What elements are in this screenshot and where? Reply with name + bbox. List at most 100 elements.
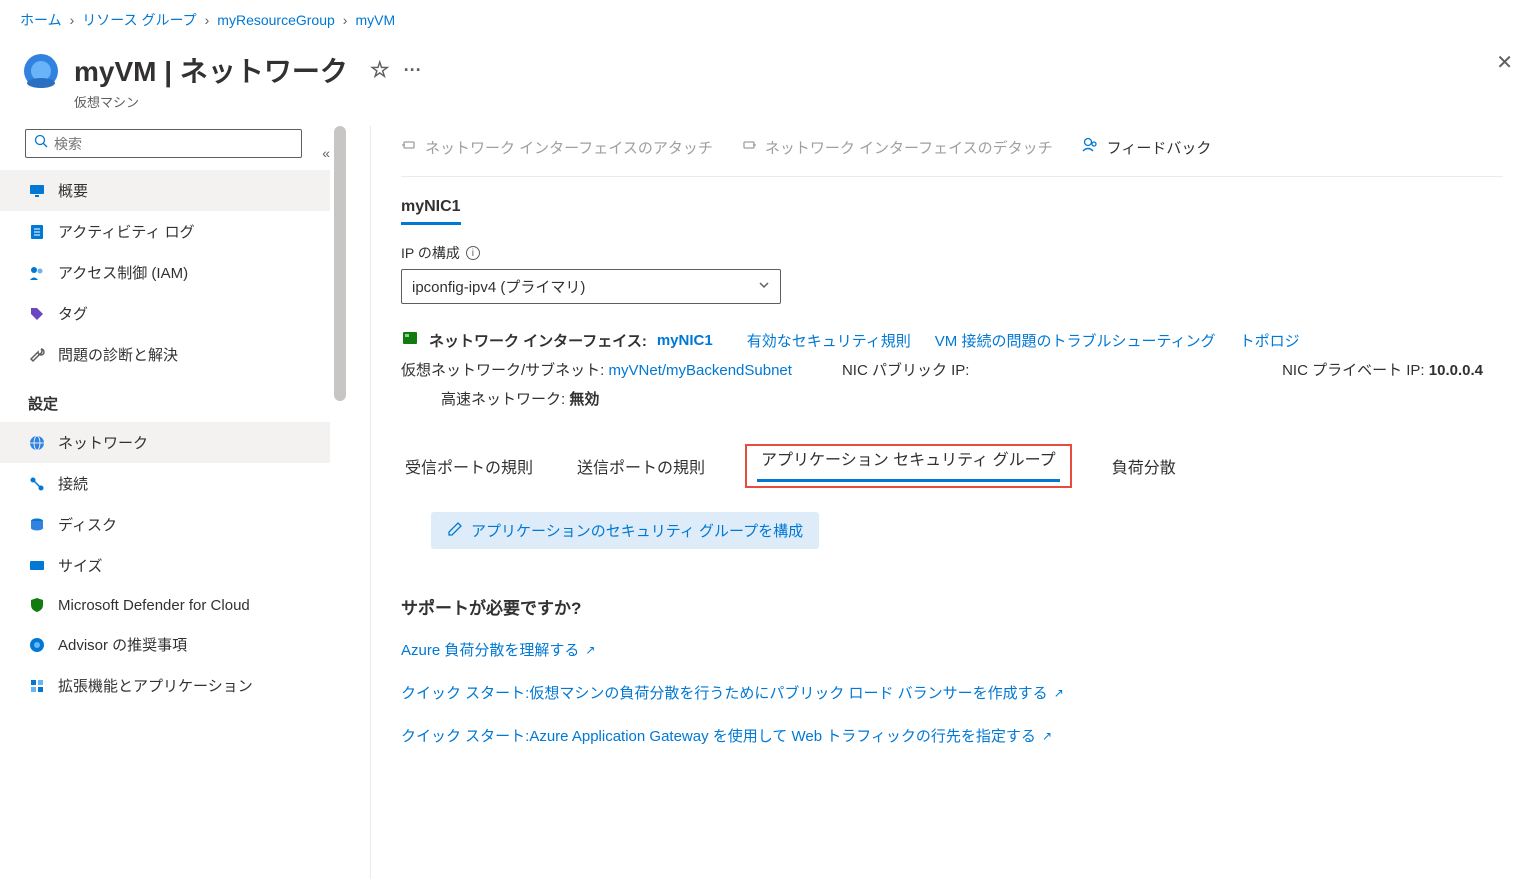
breadcrumb-vm-name[interactable]: myVM xyxy=(355,12,395,28)
sidebar-item-label: アクセス制御 (IAM) xyxy=(58,262,188,283)
private-ip-value: 10.0.0.4 xyxy=(1429,362,1483,379)
private-ip-label: NIC プライベート IP: xyxy=(1282,362,1425,379)
troubleshoot-link[interactable]: VM 接続の問題のトラブルシューティング xyxy=(935,330,1216,351)
highlight-box: アプリケーション セキュリティ グループ xyxy=(745,444,1072,488)
topology-link[interactable]: トポロジ xyxy=(1240,330,1300,351)
sidebar-item-extensions[interactable]: 拡張機能とアプリケーション xyxy=(0,665,330,706)
ni-name-link[interactable]: myNIC1 xyxy=(657,332,713,349)
page-subtitle: 仮想マシン xyxy=(74,92,422,111)
sidebar-item-advisor[interactable]: Advisor の推奨事項 xyxy=(0,624,330,665)
info-icon[interactable]: i xyxy=(466,246,480,260)
wrench-icon xyxy=(28,346,46,364)
connect-icon xyxy=(28,475,46,493)
sidebar-item-label: 問題の診断と解決 xyxy=(58,344,178,365)
sidebar-item-label: ディスク xyxy=(58,514,117,535)
attach-nic-button[interactable]: ネットワーク インターフェイスのアタッチ xyxy=(401,137,713,158)
advisor-icon xyxy=(28,636,46,654)
nic-badge-icon xyxy=(401,329,419,351)
detach-nic-button[interactable]: ネットワーク インターフェイスのデタッチ xyxy=(741,137,1053,158)
chevron-right-icon: › xyxy=(70,12,75,28)
configure-asg-button[interactable]: アプリケーションのセキュリティ グループを構成 xyxy=(431,512,819,549)
chevron-right-icon: › xyxy=(205,12,210,28)
sidebar-item-access-control[interactable]: アクセス制御 (IAM) xyxy=(0,252,330,293)
size-icon xyxy=(28,557,46,575)
search-field[interactable] xyxy=(54,136,293,152)
sidebar-item-disks[interactable]: ディスク xyxy=(0,504,330,545)
search-input[interactable] xyxy=(25,129,302,158)
support-section: サポートが必要ですか? Azure 負荷分散を理解する ↗ クイック スタート:… xyxy=(401,594,1503,746)
chevron-right-icon: › xyxy=(343,12,348,28)
disk-icon xyxy=(28,516,46,534)
accel-net-label: 高速ネットワーク: xyxy=(441,391,565,408)
sidebar: « 概要 アクティビティ ログ アクセス制御 (IAM) タグ 問題の診断と解決 xyxy=(0,126,370,879)
monitor-icon xyxy=(28,182,46,200)
sidebar-item-label: 拡張機能とアプリケーション xyxy=(58,675,253,696)
collapse-icon[interactable]: « xyxy=(322,145,330,161)
sidebar-item-activity-log[interactable]: アクティビティ ログ xyxy=(0,211,330,252)
tab-app-security-groups[interactable]: アプリケーション セキュリティ グループ xyxy=(757,442,1060,482)
support-link-3[interactable]: クイック スタート:Azure Application Gateway を使用し… xyxy=(401,725,1503,746)
ip-config-label: IP の構成 xyxy=(401,243,460,263)
nic-tab[interactable]: myNIC1 xyxy=(401,192,461,225)
vnet-subnet-link[interactable]: myVNet/myBackendSubnet xyxy=(609,362,792,379)
support-link-3-text: クイック スタート:Azure Application Gateway を使用し… xyxy=(401,725,1036,746)
feedback-button[interactable]: フィードバック xyxy=(1081,136,1212,158)
breadcrumb-rg-name[interactable]: myResourceGroup xyxy=(217,12,335,28)
breadcrumb-home[interactable]: ホーム xyxy=(20,10,62,30)
scrollbar-thumb[interactable] xyxy=(334,126,346,401)
sidebar-item-label: Microsoft Defender for Cloud xyxy=(58,597,250,614)
sidebar-item-label: 概要 xyxy=(58,180,88,201)
tab-outbound-rules[interactable]: 送信ポートの規則 xyxy=(573,444,709,488)
close-icon[interactable]: ✕ xyxy=(1496,50,1513,75)
effective-rules-link[interactable]: 有効なセキュリティ規則 xyxy=(747,330,911,351)
support-link-1[interactable]: Azure 負荷分散を理解する ↗ xyxy=(401,639,1503,660)
extension-icon xyxy=(28,677,46,695)
tag-icon xyxy=(28,305,46,323)
rules-tabs: 受信ポートの規則 送信ポートの規則 アプリケーション セキュリティ グループ 負… xyxy=(401,444,1503,488)
sidebar-item-overview[interactable]: 概要 xyxy=(0,170,330,211)
sidebar-item-label: サイズ xyxy=(58,555,103,576)
accel-net-value: 無効 xyxy=(569,391,599,408)
ip-config-dropdown[interactable]: ipconfig-ipv4 (プライマリ) xyxy=(401,269,781,304)
configure-asg-label: アプリケーションのセキュリティ グループを構成 xyxy=(471,520,803,541)
ip-config-value: ipconfig-ipv4 (プライマリ) xyxy=(412,276,585,297)
public-ip-label: NIC パブリック IP: xyxy=(842,362,970,379)
sidebar-item-diagnose[interactable]: 問題の診断と解決 xyxy=(0,334,330,375)
tab-load-balancing[interactable]: 負荷分散 xyxy=(1108,444,1180,488)
sidebar-item-tags[interactable]: タグ xyxy=(0,293,330,334)
vnet-subnet-label: 仮想ネットワーク/サブネット: xyxy=(401,362,604,379)
sidebar-item-label: 接続 xyxy=(58,473,88,494)
globe-icon xyxy=(28,434,46,452)
breadcrumb: ホーム › リソース グループ › myResourceGroup › myVM xyxy=(0,0,1533,40)
detach-nic-label: ネットワーク インターフェイスのデタッチ xyxy=(765,137,1053,158)
people-icon xyxy=(28,264,46,282)
more-icon[interactable]: ··· xyxy=(404,60,422,81)
support-link-1-text: Azure 負荷分散を理解する xyxy=(401,639,579,660)
sidebar-item-label: タグ xyxy=(58,303,88,324)
pencil-icon xyxy=(447,521,463,541)
sidebar-item-defender[interactable]: Microsoft Defender for Cloud xyxy=(0,586,330,624)
log-icon xyxy=(28,223,46,241)
sidebar-item-label: アクティビティ ログ xyxy=(58,221,195,242)
external-link-icon: ↗ xyxy=(1042,729,1052,743)
sidebar-item-networking[interactable]: ネットワーク xyxy=(0,422,330,463)
support-title: サポートが必要ですか? xyxy=(401,594,1503,619)
support-link-2[interactable]: クイック スタート:仮想マシンの負荷分散を行うためにパブリック ロード バランサ… xyxy=(401,682,1503,703)
sidebar-item-size[interactable]: サイズ xyxy=(0,545,330,586)
tab-inbound-rules[interactable]: 受信ポートの規則 xyxy=(401,444,537,488)
external-link-icon: ↗ xyxy=(585,643,595,657)
star-icon[interactable]: ☆ xyxy=(370,57,390,83)
page-header: myVM | ネットワーク ☆ ··· 仮想マシン ✕ xyxy=(0,40,1533,126)
scrollbar[interactable] xyxy=(330,126,350,401)
command-bar: ネットワーク インターフェイスのアタッチ ネットワーク インターフェイスのデタッ… xyxy=(401,126,1503,177)
external-link-icon: ↗ xyxy=(1054,686,1064,700)
breadcrumb-resource-groups[interactable]: リソース グループ xyxy=(82,10,196,30)
sidebar-item-label: Advisor の推奨事項 xyxy=(58,634,187,655)
feedback-label: フィードバック xyxy=(1107,137,1212,158)
attach-icon xyxy=(401,137,417,157)
sidebar-section-settings: 設定 xyxy=(0,375,330,422)
vm-icon xyxy=(20,50,62,92)
ni-label: ネットワーク インターフェイス: xyxy=(429,330,647,351)
sidebar-item-connect[interactable]: 接続 xyxy=(0,463,330,504)
search-icon xyxy=(34,134,48,153)
